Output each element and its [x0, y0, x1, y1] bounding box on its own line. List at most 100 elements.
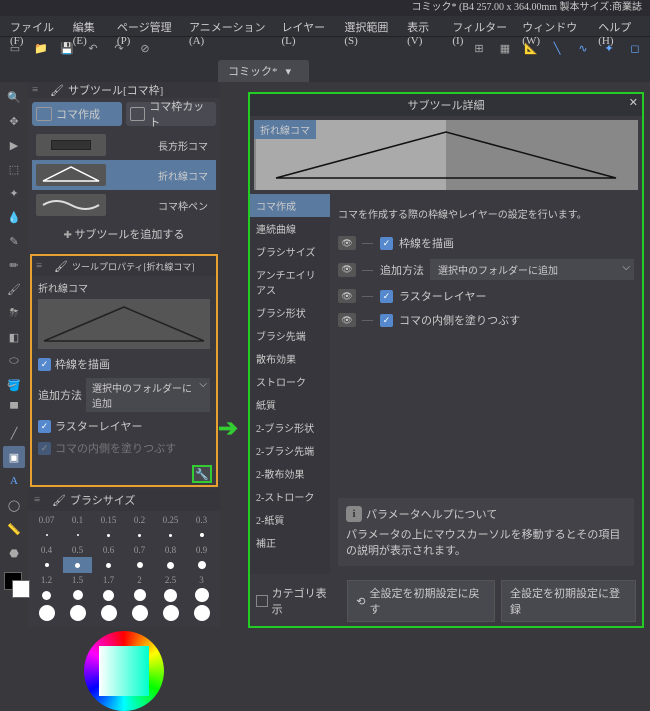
pen-icon[interactable]: ✎ — [3, 230, 25, 252]
eye-icon[interactable]: 👁 — [338, 263, 356, 277]
menu-layer[interactable]: レイヤー(L) — [275, 16, 337, 36]
redo-icon[interactable]: ↷ — [110, 40, 128, 58]
menu-icon[interactable]: ≡ — [36, 260, 50, 272]
reset-button[interactable]: ⟲全設定を初期設定に戻す — [347, 580, 495, 622]
blend-icon[interactable]: ⬭ — [3, 350, 25, 372]
register-button[interactable]: 全設定を初期設定に登録 — [501, 580, 636, 622]
operation-icon[interactable]: ▶ — [3, 134, 25, 156]
close-icon[interactable]: ✕ — [629, 96, 638, 109]
menu-view[interactable]: 表示(V) — [401, 16, 445, 36]
menu-icon[interactable]: ≡ — [32, 84, 46, 96]
move-icon[interactable]: ✥ — [3, 110, 25, 132]
cat-item[interactable]: コマ作成 — [250, 194, 330, 217]
subtool-detail-dialog: サブツール詳細✕ 折れ線コマ コマ作成 連続曲線 ブラシサイズ アンチエイリアス… — [248, 92, 644, 628]
method-select[interactable]: 選択中のフォルダーに追加 — [430, 259, 634, 280]
checkbox-category[interactable] — [256, 595, 268, 607]
marquee-icon[interactable]: ⬚ — [3, 158, 25, 180]
fill-icon[interactable]: 🪣 — [3, 374, 25, 396]
eyedrop-icon[interactable]: 💧 — [3, 206, 25, 228]
menu-file[interactable]: ファイル(F) — [4, 16, 66, 36]
cat-item[interactable]: 連続曲線 — [250, 217, 330, 240]
cat-item[interactable]: 2-散布効果 — [250, 462, 330, 485]
app-toolbar: ▭ 📁 💾 ↶ ↷ ⊘ ⊞ ▦ 📐 ╲ ∿ ✦ ◻ — [0, 36, 650, 60]
eye-icon[interactable]: 👁 — [338, 289, 356, 303]
subtool-header: ≡ 🖌 サブツール[コマ枠] — [28, 82, 220, 98]
doc-tab[interactable]: コミック*▾ — [218, 60, 309, 82]
category-description: コマを作成する際の枠線やレイヤーの設定を行います。 — [338, 202, 634, 231]
cat-item[interactable]: アンチエイリアス — [250, 263, 330, 301]
open-icon[interactable]: 📁 — [32, 40, 50, 58]
effect-icon[interactable]: ⬣ — [3, 542, 25, 564]
checkbox[interactable]: ✓ — [380, 237, 393, 250]
text-icon[interactable]: A — [3, 470, 25, 492]
new-icon[interactable]: ▭ — [6, 40, 24, 58]
zoom-icon[interactable]: 🔍 — [3, 86, 25, 108]
tool-palette: 🔍 ✥ ▶ ⬚ ✦ 💧 ✎ ✏ 🖌 ⛈ ◧ ⬭ 🪣 ▀ ╱ ▣ A ◯ 📏 ⬣ — [0, 82, 28, 650]
info-icon: i — [346, 506, 362, 522]
menu-help[interactable]: ヘルプ(H) — [592, 16, 646, 36]
cat-item[interactable]: 2-紙質 — [250, 508, 330, 531]
brush-icon[interactable]: 🖌 — [3, 278, 25, 300]
menu-filter[interactable]: フィルター(I) — [446, 16, 515, 36]
subtool-item-polyline[interactable]: 折れ線コマ — [32, 160, 216, 190]
curve-icon[interactable]: ∿ — [574, 40, 592, 58]
ruler-tool-icon[interactable]: 📏 — [3, 518, 25, 540]
menu-page[interactable]: ページ管理(P) — [111, 16, 182, 36]
revert-icon: ⟲ — [356, 595, 365, 608]
eraser-icon[interactable]: ◧ — [3, 326, 25, 348]
menu-bar: ファイル(F) 編集(E) ページ管理(P) アニメーション(A) レイヤー(L… — [0, 16, 650, 36]
subtool-item-pen[interactable]: コマ枠ペン — [32, 190, 216, 220]
cat-item[interactable]: 2-ブラシ先端 — [250, 439, 330, 462]
eye-icon[interactable]: 👁 — [338, 236, 356, 250]
chevron-down-icon[interactable]: ▾ — [286, 65, 292, 78]
checkbox[interactable]: ✓ — [380, 314, 393, 327]
cat-item[interactable]: 散布効果 — [250, 347, 330, 370]
cat-item[interactable]: ストローク — [250, 370, 330, 393]
dialog-title: サブツール詳細✕ — [250, 94, 642, 116]
checkbox-border[interactable]: ✓ — [38, 358, 51, 371]
checkbox-fill[interactable]: ✓ — [38, 442, 51, 455]
brush-small-icon: 🖌 — [50, 84, 64, 97]
cat-item[interactable]: 補正 — [250, 531, 330, 554]
line-icon[interactable]: ╱ — [3, 422, 25, 444]
bg-color[interactable] — [12, 580, 30, 598]
box-icon[interactable]: ◻ — [626, 40, 644, 58]
diag-icon[interactable]: ╲ — [548, 40, 566, 58]
sym-icon[interactable]: ✦ — [600, 40, 618, 58]
snap-icon[interactable]: ⊞ — [470, 40, 488, 58]
cat-item[interactable]: ブラシ形状 — [250, 301, 330, 324]
balloon-icon[interactable]: ◯ — [3, 494, 25, 516]
menu-select[interactable]: 選択範囲(S) — [338, 16, 400, 36]
undo-icon[interactable]: ↶ — [84, 40, 102, 58]
checkbox[interactable]: ✓ — [380, 290, 393, 303]
clear-icon[interactable]: ⊘ — [136, 40, 154, 58]
menu-anim[interactable]: アニメーション(A) — [183, 16, 274, 36]
wrench-icon[interactable]: 🔧 — [192, 465, 212, 483]
subtool-tab-create[interactable]: コマ作成 — [32, 102, 122, 126]
cat-item[interactable]: ブラシ先端 — [250, 324, 330, 347]
frame-icon[interactable]: ▣ — [3, 446, 25, 468]
add-subtool-button[interactable]: ✚ サブツールを追加する — [32, 220, 216, 248]
grid-icon[interactable]: ▦ — [496, 40, 514, 58]
gradient-icon[interactable]: ▀ — [3, 398, 25, 420]
subtool-item-rect[interactable]: 長方形コマ — [32, 130, 216, 160]
save-icon[interactable]: 💾 — [58, 40, 76, 58]
menu-edit[interactable]: 編集(E) — [67, 16, 110, 36]
cat-item[interactable]: 2-ブラシ形状 — [250, 416, 330, 439]
wand-icon[interactable]: ✦ — [3, 182, 25, 204]
arrow-icon: ➔ — [218, 414, 238, 443]
ruler-icon[interactable]: 📐 — [522, 40, 540, 58]
cat-item[interactable]: 2-ストローク — [250, 485, 330, 508]
add-method-select[interactable]: 選択中のフォルダーに追加 — [86, 378, 210, 412]
checkbox-raster[interactable]: ✓ — [38, 420, 51, 433]
title-bar: コミック* (B4 257.00 x 364.00mm 製本サイズ:商業誌 — [0, 0, 650, 16]
cat-item[interactable]: ブラシサイズ — [250, 240, 330, 263]
subtool-tab-cut[interactable]: コマ枠カット — [126, 102, 216, 126]
category-list: コマ作成 連続曲線 ブラシサイズ アンチエイリアス ブラシ形状 ブラシ先端 散布… — [250, 194, 330, 574]
spray-icon[interactable]: ⛈ — [3, 302, 25, 324]
pencil-icon[interactable]: ✏ — [3, 254, 25, 276]
color-wheel[interactable] — [28, 627, 220, 687]
menu-window[interactable]: ウィンドウ(W) — [516, 16, 591, 36]
cat-item[interactable]: 紙質 — [250, 393, 330, 416]
eye-icon[interactable]: 👁 — [338, 313, 356, 327]
